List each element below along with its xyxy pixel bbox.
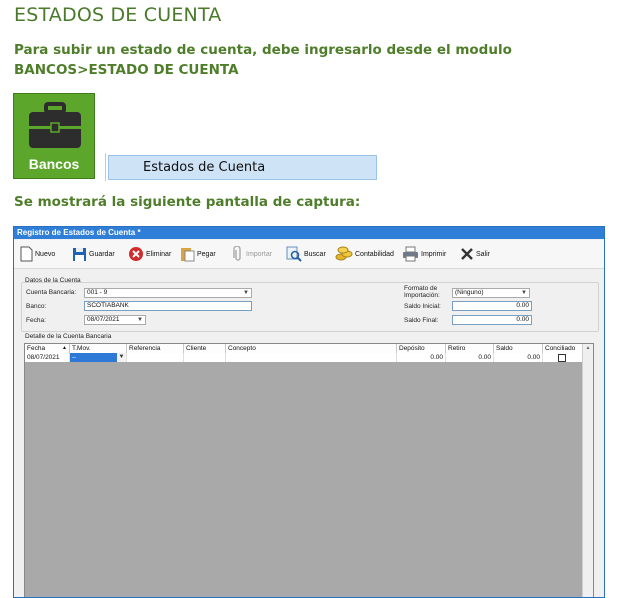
row-referencia[interactable]: [127, 353, 184, 362]
row-saldo: 0.00: [494, 353, 543, 362]
row-deposito[interactable]: 0.00: [397, 353, 446, 362]
imprimir-button[interactable]: Imprimir: [402, 244, 446, 264]
buscar-button[interactable]: Buscar: [286, 244, 326, 264]
save-icon: [73, 247, 86, 261]
col-referencia[interactable]: Referencia: [127, 344, 184, 353]
page-title: ESTADOS DE CUENTA: [14, 4, 222, 26]
briefcase-icon: [29, 102, 81, 148]
cuenta-bancaria-label: Cuenta Bancaria:: [26, 289, 77, 296]
table-row[interactable]: 08/07/2021 -- ▼ 0.00 0.00 0.00: [25, 353, 584, 362]
row-cliente[interactable]: [184, 353, 226, 362]
window-title: Registro de Estados de Cuenta *: [14, 227, 604, 239]
nuevo-button[interactable]: Nuevo: [20, 244, 55, 264]
col-fecha[interactable]: Fecha ▲: [25, 344, 70, 353]
cuenta-bancaria-select[interactable]: 001 - 9 ▼: [84, 288, 252, 298]
conciliado-checkbox[interactable]: [558, 354, 566, 362]
datos-section-label: Datos de la Cuenta: [25, 277, 81, 284]
col-deposito[interactable]: Depósito: [397, 344, 446, 353]
detalle-section-label: Detalle de la Cuenta Bancaria: [25, 333, 112, 340]
detalle-grid[interactable]: Fecha ▲ T.Mov. Referencia Cliente Concept…: [24, 343, 594, 597]
formato-importacion-label: Formato de Importación:: [404, 285, 440, 299]
toolbar: Nuevo Guardar Eliminar Pegar Importar Bu…: [14, 240, 604, 269]
col-cliente[interactable]: Cliente: [184, 344, 226, 353]
buscar-label: Buscar: [304, 250, 326, 258]
row-tmov-value: --: [72, 354, 77, 361]
nuevo-label: Nuevo: [35, 250, 56, 258]
menu-separator: [105, 153, 106, 181]
close-icon: [461, 248, 473, 260]
importar-label: Importar: [246, 250, 273, 258]
saldo-final-field[interactable]: 0.00: [452, 315, 532, 325]
capture-note: Se mostrará la siguiente pantalla de cap…: [14, 194, 361, 210]
printer-icon: [403, 246, 418, 262]
menu-item-estados-de-cuenta[interactable]: Estados de Cuenta: [108, 155, 377, 180]
paperclip-icon: [233, 246, 241, 261]
salir-button[interactable]: Salir: [460, 244, 490, 264]
calendar-dropdown-icon: ▼: [137, 317, 143, 323]
fecha-label: Fecha:: [26, 317, 46, 324]
bancos-module-tile[interactable]: Bancos: [13, 93, 95, 179]
col-tmov[interactable]: T.Mov.: [70, 344, 127, 353]
saldo-inicial-field[interactable]: 0.00: [452, 301, 532, 311]
importar-button[interactable]: Importar: [232, 244, 272, 264]
paste-icon: [181, 248, 195, 262]
coins-icon: [335, 246, 353, 261]
formato-importacion-value: (Ninguno): [455, 289, 484, 296]
row-fecha: 08/07/2021: [25, 353, 70, 362]
formato-importacion-select[interactable]: (Ninguno) ▼: [452, 288, 530, 298]
intro-text: Para subir un estado de cuenta, debe ing…: [14, 42, 512, 78]
pegar-button[interactable]: Pegar: [180, 244, 216, 264]
fecha-picker[interactable]: 08/07/2021 ▼: [84, 315, 146, 325]
row-tmov-select[interactable]: -- ▼: [70, 353, 127, 362]
chevron-down-icon: ▼: [521, 290, 527, 296]
saldo-inicial-label: Saldo Inicial:: [404, 303, 441, 310]
chevron-down-icon: ▼: [117, 353, 126, 362]
col-saldo[interactable]: Saldo: [494, 344, 543, 353]
row-retiro[interactable]: 0.00: [446, 353, 494, 362]
banco-field[interactable]: SCOTIABANK: [84, 301, 252, 311]
col-concepto[interactable]: Concepto: [226, 344, 397, 353]
bancos-tile-label: Bancos: [28, 156, 80, 172]
scroll-up-icon[interactable]: ▲: [583, 345, 593, 351]
row-concepto[interactable]: [226, 353, 397, 362]
fecha-value: 08/07/2021: [87, 316, 120, 323]
guardar-label: Guardar: [89, 250, 115, 258]
banco-label: Banco:: [26, 303, 47, 310]
imprimir-label: Imprimir: [421, 250, 447, 258]
contabilidad-button[interactable]: Contabilidad: [335, 244, 394, 264]
saldo-final-label: Saldo Final:: [404, 317, 439, 324]
contabilidad-label: Contabilidad: [355, 250, 394, 258]
chevron-down-icon: ▼: [243, 290, 249, 296]
app-window: Registro de Estados de Cuenta * Nuevo Gu…: [13, 226, 605, 598]
col-retiro[interactable]: Retiro: [446, 344, 494, 353]
col-conciliado[interactable]: Conciliado: [543, 344, 584, 353]
search-icon: [286, 246, 302, 262]
row-conciliado: [543, 353, 584, 362]
guardar-button[interactable]: Guardar: [72, 244, 115, 264]
eliminar-button[interactable]: Eliminar: [128, 244, 171, 264]
delete-icon: [129, 247, 143, 261]
eliminar-label: Eliminar: [146, 250, 172, 258]
new-document-icon: [20, 246, 33, 262]
pegar-label: Pegar: [197, 250, 216, 258]
salir-label: Salir: [476, 250, 491, 258]
grid-vertical-scrollbar[interactable]: ▲: [582, 344, 593, 597]
cuenta-bancaria-value: 001 - 9: [87, 289, 108, 296]
